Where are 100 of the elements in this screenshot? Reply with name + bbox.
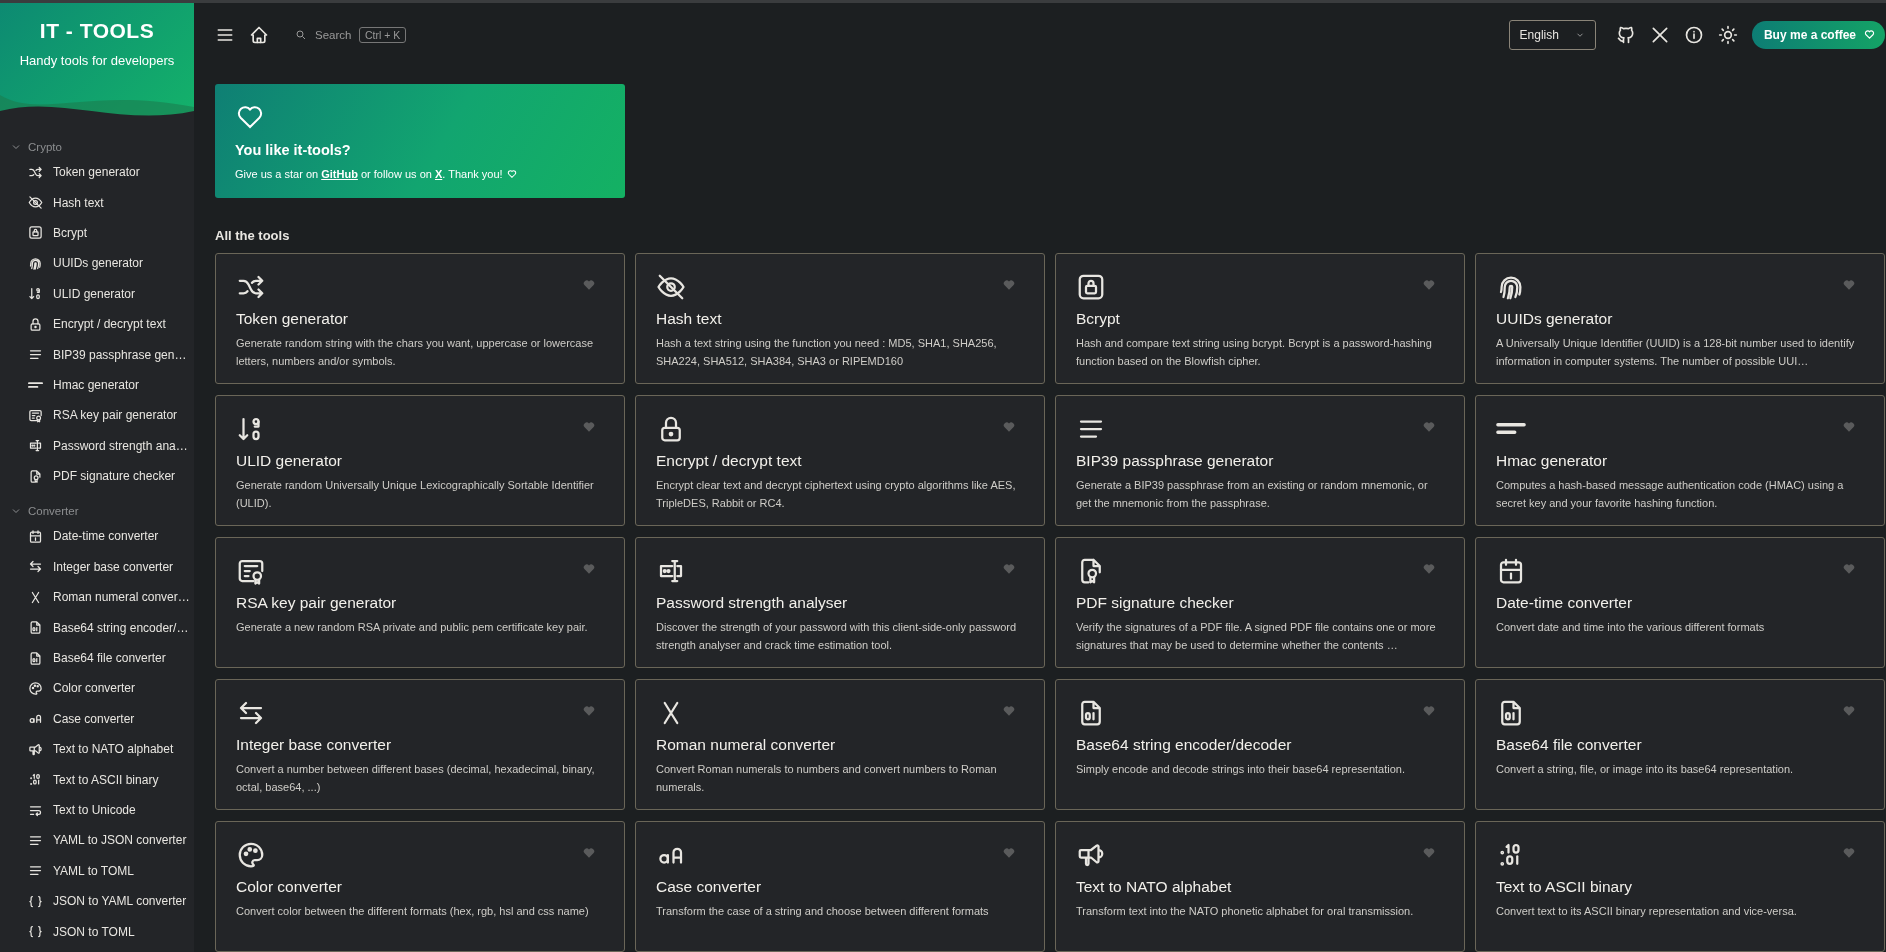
sidebar-item[interactable]: BIP39 passphrase gen…: [0, 339, 194, 370]
tool-card[interactable]: Integer base converter Convert a number between different bases (decimal, hexadecimal, binary, octal, base64, ...): [215, 679, 625, 810]
sidebar-item[interactable]: Color converter: [0, 673, 194, 704]
sidebar-item[interactable]: Hash text: [0, 187, 194, 218]
section-header[interactable]: Crypto: [0, 141, 194, 157]
logo-title[interactable]: IT - TOOLS: [0, 19, 194, 43]
tool-card[interactable]: PDF signature checker Verify the signatures of a PDF file. A signed PDF file contains one or more signatures that may be used to determine whether the contents …: [1055, 537, 1465, 668]
sidebar-item[interactable]: YAML to JSON converter: [0, 825, 194, 856]
tool-title: RSA key pair generator: [236, 594, 398, 612]
tool-title: Case converter: [656, 878, 763, 896]
tool-card[interactable]: Bcrypt Hash and compare text string using bcrypt. Bcrypt is a password-hashing function based on the Blowfish cipher.: [1055, 253, 1465, 384]
sidebar-item[interactable]: JSON to YAML converter: [0, 886, 194, 917]
padlock-icon: [28, 316, 43, 332]
tool-card[interactable]: ULID generator Generate random Universally Unique Lexicographically Sortable Identifier (ULID).: [215, 395, 625, 526]
info-icon[interactable]: [1683, 24, 1704, 45]
short-lines-icon: [1496, 421, 1526, 436]
favorite-heart-icon[interactable]: [1002, 420, 1016, 434]
favorite-heart-icon[interactable]: [1422, 704, 1436, 718]
favorite-heart-icon[interactable]: [1002, 846, 1016, 860]
tool-card[interactable]: Token generator Generate random string with the chars you want, uppercase or lowercase letters, numbers and/or symbols.: [215, 253, 625, 384]
tool-card[interactable]: Text to ASCII binary Convert text to its ASCII binary representation and vice-versa.: [1475, 821, 1885, 952]
favorite-heart-icon[interactable]: [1842, 704, 1856, 718]
sidebar-item[interactable]: Bcrypt: [0, 217, 194, 249]
sidebar-item[interactable]: JSON to TOML: [0, 916, 194, 947]
coffee-button[interactable]: Buy me a coffee: [1751, 20, 1885, 49]
favorite-heart-icon[interactable]: [1842, 420, 1856, 434]
swap-arrows-icon: [28, 559, 43, 575]
favorite-heart-icon[interactable]: [582, 420, 596, 434]
tool-card[interactable]: Base64 string encoder/decoder Simply encode and decode strings into their base64 representation.: [1055, 679, 1465, 810]
github-link[interactable]: GitHub: [321, 168, 358, 180]
sidebar-item[interactable]: Date-time converter: [0, 521, 194, 552]
sidebar-item[interactable]: Case converter: [0, 703, 194, 735]
sun-icon[interactable]: [1717, 24, 1738, 45]
favorite-heart-icon[interactable]: [582, 562, 596, 576]
sidebar-item[interactable]: Integer base converter: [0, 551, 194, 583]
sidebar-item[interactable]: YAML to TOML: [0, 855, 194, 886]
tool-card[interactable]: Encrypt / decrypt text Encrypt clear text and decrypt ciphertext using crypto algorithms like AES, TripleDES, Rabbit or RC4.: [635, 395, 1045, 526]
sidebar-item[interactable]: ULID generator: [0, 278, 194, 309]
tool-card[interactable]: Date-time converter Convert date and time into the various different formats: [1475, 537, 1885, 668]
tool-card[interactable]: Color converter Convert color between the different formats (hex, rgb, hsl and css name): [215, 821, 625, 952]
sidebar-item[interactable]: Text to NATO alphabet: [0, 734, 194, 765]
favorite-heart-icon[interactable]: [582, 704, 596, 718]
tool-description: Generate random string with the chars you want, uppercase or lowercase letters, numbers and/or symbols.: [236, 336, 595, 369]
tool-card[interactable]: Base64 file converter Convert a string, file, or image into its base64 representation.: [1475, 679, 1885, 810]
sidebar-item[interactable]: Text to Unicode: [0, 794, 194, 826]
section-header[interactable]: Converter: [0, 505, 194, 522]
sidebar-item[interactable]: Roman numeral conver…: [0, 582, 194, 613]
favorite-heart-icon[interactable]: [1422, 846, 1436, 860]
sidebar-item[interactable]: PDF signature checker: [0, 460, 194, 492]
sort-arrow-icon: [28, 286, 43, 302]
search-field[interactable]: Search: [315, 28, 351, 41]
favorite-heart-icon[interactable]: [1842, 562, 1856, 576]
sidebar-item[interactable]: UUIDs generator: [0, 248, 194, 279]
sidebar-item[interactable]: Token generator: [0, 157, 194, 188]
tool-title: Base64 string encoder/decoder: [1076, 736, 1293, 754]
tool-card[interactable]: Text to NATO alphabet Transform text into the NATO phonetic alphabet for oral transmission.: [1055, 821, 1465, 952]
tool-card[interactable]: Hash text Hash a text string using the function you need : MD5, SHA1, SHA256, SHA224, SHA512, SHA384, SHA3 or RIPEMD160: [635, 253, 1045, 384]
tool-card[interactable]: RSA key pair generator Generate a new random RSA private and public pem certificate key pair.: [215, 537, 625, 668]
github-icon[interactable]: [1615, 24, 1636, 45]
language-select[interactable]: English: [1508, 19, 1596, 50]
eye-slash-icon: [28, 195, 43, 211]
favorite-heart-icon[interactable]: [1422, 420, 1436, 434]
tool-card[interactable]: UUIDs generator A Universally Unique Identifier (UUID) is a 128-bit number used to identify information in computer systems. The number of possible UUI…: [1475, 253, 1885, 384]
favorite-heart-icon[interactable]: [1002, 562, 1016, 576]
favorite-heart-icon[interactable]: [1422, 278, 1436, 292]
tool-description: Verify the signatures of a PDF file. A signed PDF file contains one or more signatures that may be used to determine whether the contents …: [1076, 620, 1437, 653]
favorite-heart-icon[interactable]: [1002, 704, 1016, 718]
favorite-heart-icon[interactable]: [1842, 846, 1856, 860]
sidebar-item[interactable]: Hmac generator: [0, 369, 194, 401]
sidebar-item[interactable]: RSA key pair generator: [0, 400, 194, 431]
tool-title: BIP39 passphrase generator: [1076, 452, 1275, 470]
tool-description: Generate a new random RSA private and public pem certificate key pair.: [236, 620, 589, 635]
tool-description: Discover the strength of your password with this client-side-only password strength analyser and crack time estimation tool.: [656, 620, 1018, 653]
favorite-heart-icon[interactable]: [1842, 278, 1856, 292]
sidebar-item[interactable]: Encrypt / decrypt text: [0, 308, 194, 340]
favorite-heart-icon[interactable]: [1002, 278, 1016, 292]
sidebar-item[interactable]: Text to ASCII binary: [0, 764, 194, 795]
padlock-icon: [28, 225, 43, 241]
home-icon[interactable]: [249, 24, 269, 45]
tool-description: Hash a text string using the function you need : MD5, SHA1, SHA256, SHA224, SHA512, SHA384, SHA3 or RIPEMD160: [656, 336, 998, 369]
tool-title: Integer base converter: [236, 736, 393, 754]
tool-title: UUIDs generator: [1496, 310, 1614, 328]
sidebar-item[interactable]: Password strength ana…: [0, 430, 194, 461]
sidebar-item[interactable]: Base64 file converter: [0, 642, 194, 674]
tool-card[interactable]: Roman numeral converter Convert Roman numerals to numbers and convert numbers to Roman numerals.: [635, 679, 1045, 810]
favorite-heart-icon[interactable]: [1422, 562, 1436, 576]
tool-card[interactable]: BIP39 passphrase generator Generate a BIP39 passphrase from an existing or random mnemonic, or get the mnemonic from the passphrase.: [1055, 395, 1465, 526]
heart-icon: [1864, 29, 1875, 40]
logo-subtitle: Handy tools for developers: [18, 53, 176, 68]
tool-description: Convert text to its ASCII binary representation and vice-versa.: [1496, 904, 1798, 919]
tool-card[interactable]: Password strength analyser Discover the strength of your password with this client-side-only password strength analyser and crack time estimation tool.: [635, 537, 1045, 668]
tool-card[interactable]: Hmac generator Computes a hash-based message authentication code (HMAC) using a secret key and your favorite hashing function.: [1475, 395, 1885, 526]
section-title: All the tools: [215, 228, 291, 243]
sidebar-item[interactable]: Base64 string encoder/…: [0, 612, 194, 643]
tool-description: Convert Roman numerals to numbers and convert numbers to Roman numerals.: [656, 762, 998, 795]
tool-card[interactable]: Case converter Transform the case of a string and choose between different formats: [635, 821, 1045, 952]
eye-slash-icon: [656, 272, 686, 302]
tool-description: Generate a BIP39 passphrase from an existing or random mnemonic, or get the mnemonic from the passphrase.: [1076, 478, 1429, 511]
favorite-heart-icon[interactable]: [582, 278, 596, 292]
favorite-heart-icon[interactable]: [582, 846, 596, 860]
